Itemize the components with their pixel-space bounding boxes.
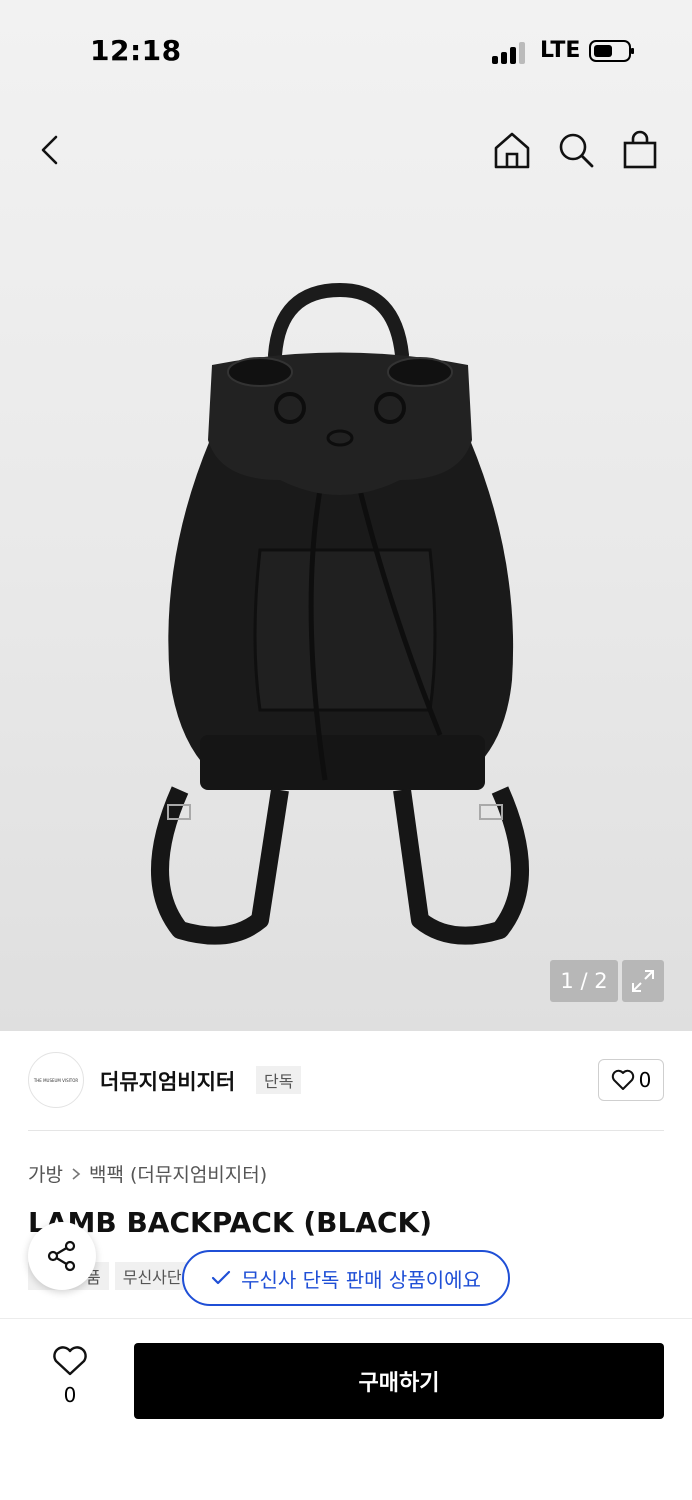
cart-button[interactable] xyxy=(616,126,664,174)
exclusive-badge: 단독 xyxy=(256,1066,302,1094)
wishlist-count: 0 xyxy=(63,1383,77,1407)
battery-icon xyxy=(589,40,634,62)
expand-icon xyxy=(632,970,654,992)
share-icon xyxy=(47,1240,76,1272)
product-tag: 무신사단 xyxy=(114,1262,190,1290)
status-bar: 12:18 LTE xyxy=(0,0,692,100)
toast-message: 무신사 단독 판매 상품이에요 xyxy=(241,1267,481,1292)
heart-icon xyxy=(611,1069,634,1090)
search-icon xyxy=(559,133,594,168)
expand-button[interactable] xyxy=(622,960,664,1002)
buy-button[interactable]: 구매하기 xyxy=(134,1343,664,1419)
back-button[interactable] xyxy=(26,126,74,174)
wishlist-button[interactable]: 0 xyxy=(40,1345,100,1415)
back-icon xyxy=(41,135,58,165)
brand-logo[interactable]: THE MUSEUM VISITOR xyxy=(28,1052,84,1108)
status-time: 12:18 xyxy=(90,34,182,67)
brand-logo-text: THE MUSEUM VISITOR xyxy=(33,1077,79,1083)
backpack-photo xyxy=(151,282,529,945)
breadcrumb: 가방 백팩 (더뮤지엄비지터) xyxy=(28,1160,267,1187)
home-button[interactable] xyxy=(488,126,536,174)
brand-name[interactable]: 더뮤지엄비지터 xyxy=(100,1066,235,1096)
brand-like-count: 0 xyxy=(638,1068,652,1092)
breadcrumb-subcategory[interactable]: 백팩 (더뮤지엄비지터) xyxy=(89,1160,267,1187)
bottom-action-bar: 0 구매하기 xyxy=(0,1318,692,1500)
check-icon xyxy=(211,1270,231,1285)
home-icon xyxy=(494,132,530,169)
brand-row: THE MUSEUM VISITOR 더뮤지엄비지터 단독 0 xyxy=(28,1052,664,1110)
network-label: LTE xyxy=(540,38,581,63)
exclusive-toast: 무신사 단독 판매 상품이에요 xyxy=(182,1250,510,1306)
brand-like-button[interactable]: 0 xyxy=(598,1059,664,1101)
product-image-area[interactable]: 12:18 LTE 1 / 2 xyxy=(0,0,692,1031)
search-button[interactable] xyxy=(552,126,600,174)
image-pager: 1 / 2 xyxy=(550,960,618,1002)
cart-icon xyxy=(623,130,657,169)
share-button[interactable] xyxy=(28,1222,96,1290)
divider xyxy=(28,1130,664,1131)
chevron-right-icon xyxy=(72,1167,81,1180)
breadcrumb-category[interactable]: 가방 xyxy=(28,1160,63,1187)
heart-icon xyxy=(53,1346,87,1376)
top-navigation xyxy=(0,110,692,190)
signal-icon xyxy=(492,40,528,64)
